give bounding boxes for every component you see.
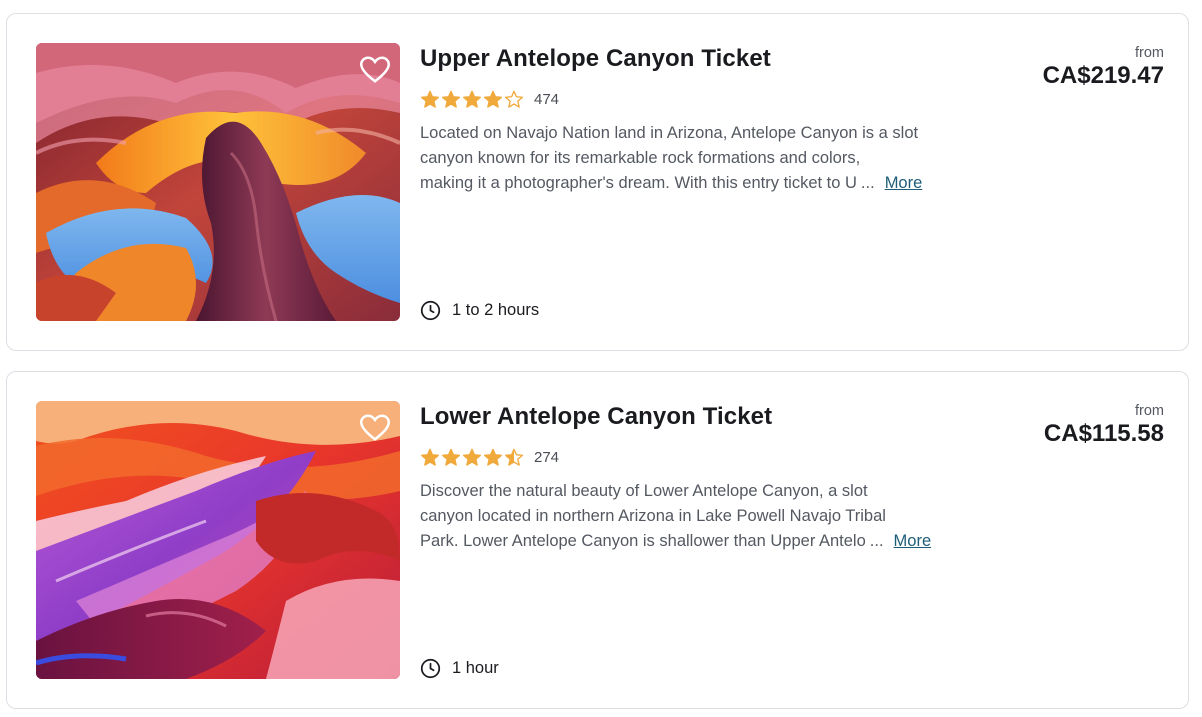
clock-icon: [420, 300, 441, 320]
price-block: from CA$115.58: [1044, 402, 1164, 448]
product-description: Located on Navajo Nation land in Arizona…: [420, 121, 1000, 196]
star-filled-icon: [421, 448, 439, 466]
star-filled-icon: [463, 90, 481, 108]
review-count: 274: [534, 448, 560, 466]
star-filled-icon: [484, 90, 502, 108]
review-count: 474: [534, 90, 560, 108]
description-line: making it a photographer's dream. With t…: [420, 174, 857, 192]
product-list: Upper Antelope Canyon Ticket 474 Located…: [0, 0, 1202, 717]
description-line: Park. Lower Antelope Canyon is shallower…: [420, 532, 866, 550]
product-title[interactable]: Upper Antelope Canyon Ticket: [420, 45, 771, 73]
product-image[interactable]: [36, 43, 400, 321]
canyon-photo-upper: [36, 43, 400, 321]
more-link[interactable]: More: [894, 529, 932, 554]
star-rating: [420, 447, 524, 467]
price: CA$219.47: [1042, 62, 1164, 89]
duration-text: 1 to 2 hours: [452, 300, 540, 319]
canyon-photo-lower: [36, 401, 400, 679]
star-filled-icon: [442, 90, 460, 108]
star-filled-icon: [442, 448, 460, 466]
star-empty-icon: [505, 90, 523, 108]
star-half-icon: [505, 448, 523, 466]
rating-row: 274: [420, 446, 559, 468]
star-filled-icon: [421, 90, 439, 108]
star-filled-icon: [484, 448, 502, 466]
description-line: Located on Navajo Nation land in Arizona…: [420, 124, 919, 142]
product-card[interactable]: Upper Antelope Canyon Ticket 474 Located…: [6, 13, 1189, 351]
rating-row: 474: [420, 88, 559, 110]
duration-text: 1 hour: [452, 658, 499, 677]
description-line: canyon located in northern Arizona in La…: [420, 507, 886, 525]
product-title[interactable]: Lower Antelope Canyon Ticket: [420, 403, 772, 431]
clock-icon: [420, 658, 441, 678]
price-prefix: from: [1135, 45, 1164, 61]
price: CA$115.58: [1043, 420, 1164, 447]
description-last-line: making it a photographer's dream. With t…: [420, 171, 1000, 196]
product-description: Discover the natural beauty of Lower Ant…: [420, 479, 1000, 554]
star-rating: [420, 89, 524, 109]
star-filled-icon: [463, 448, 481, 466]
duration: 1 hour: [420, 657, 499, 679]
description-last-line: Park. Lower Antelope Canyon is shallower…: [420, 529, 1000, 554]
description-line: canyon known for its remarkable rock for…: [420, 149, 861, 167]
wishlist-heart-icon[interactable]: [360, 413, 390, 443]
description-line: Discover the natural beauty of Lower Ant…: [420, 482, 868, 500]
price-prefix: from: [1135, 403, 1164, 419]
duration: 1 to 2 hours: [420, 299, 539, 321]
product-card[interactable]: Lower Antelope Canyon Ticket 274 Discove…: [6, 371, 1189, 709]
wishlist-heart-icon[interactable]: [360, 55, 390, 85]
ellipsis: ...: [860, 174, 875, 192]
product-image[interactable]: [36, 401, 400, 679]
ellipsis: ...: [869, 532, 884, 550]
more-link[interactable]: More: [885, 171, 923, 196]
price-block: from CA$219.47: [1043, 44, 1164, 90]
